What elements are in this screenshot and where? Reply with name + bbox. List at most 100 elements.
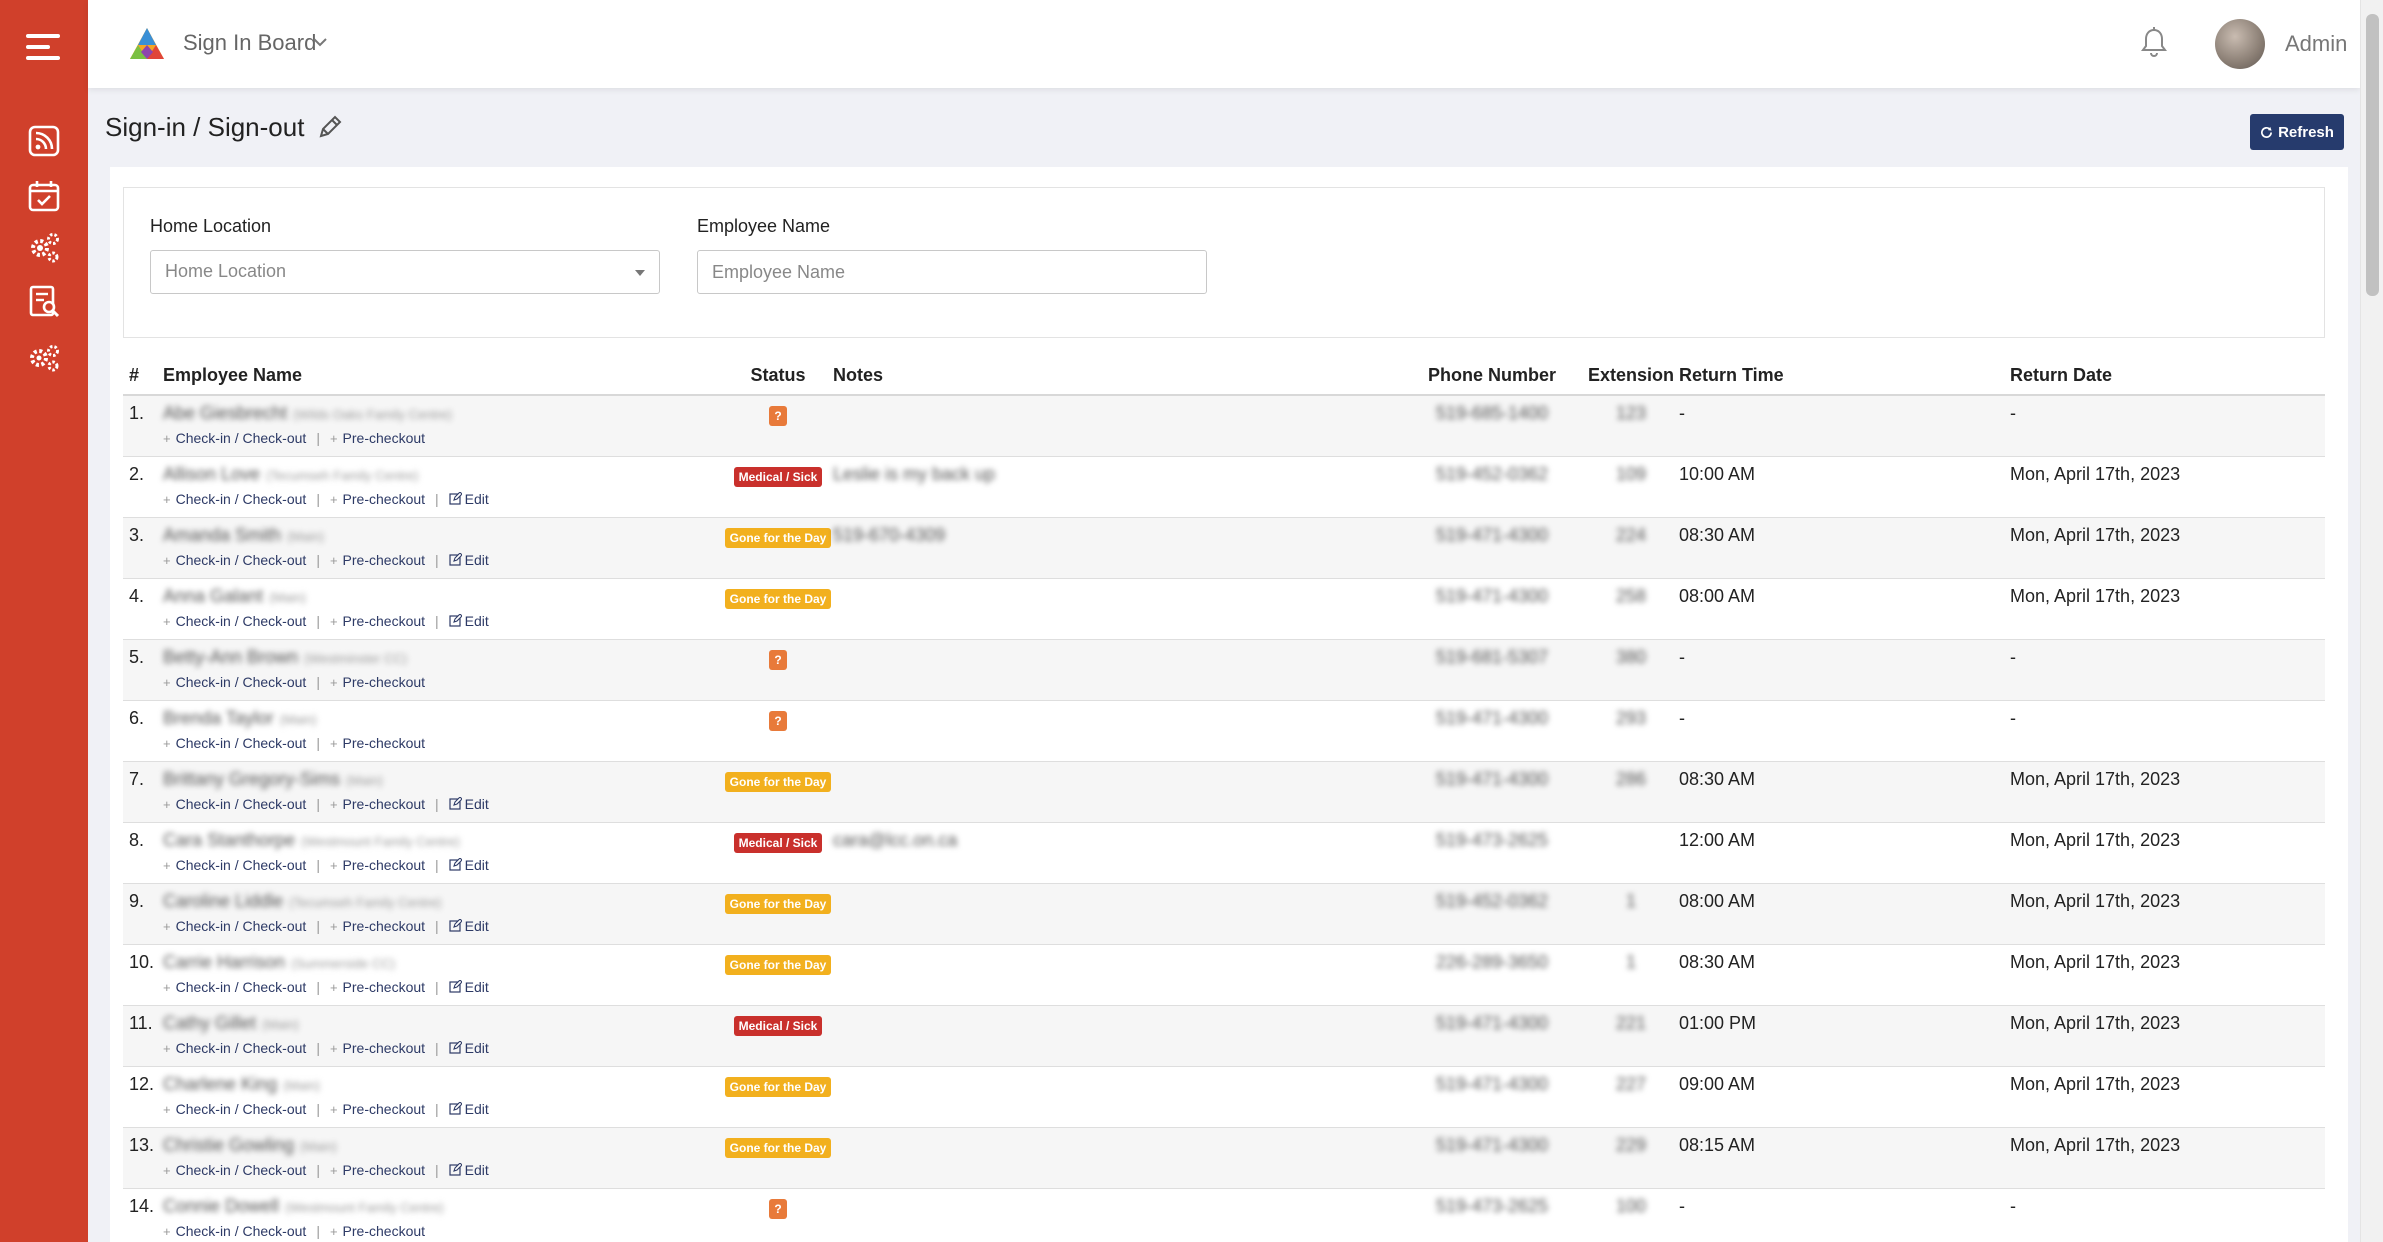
calendar-check-icon[interactable] — [27, 179, 61, 213]
pre-checkout-link[interactable]: Pre-checkout — [343, 1223, 425, 1239]
app-title[interactable]: Sign In Board — [183, 30, 316, 56]
table-row[interactable]: 5. Betty-Ann Brown (Westminster CC) + Check-… — [123, 639, 2325, 701]
edit-link[interactable]: Edit — [465, 1040, 489, 1056]
checkin-checkout-link[interactable]: Check-in / Check-out — [176, 430, 307, 446]
edit-link[interactable]: Edit — [465, 491, 489, 507]
table-row[interactable]: 10. Carrie Harrison (Summerside CC) + Check-… — [123, 944, 2325, 1006]
pre-checkout-link[interactable]: Pre-checkout — [343, 735, 425, 751]
pre-checkout-link[interactable]: Pre-checkout — [343, 1040, 425, 1056]
vertical-scrollbar[interactable] — [2360, 0, 2383, 1242]
status-badge-medical-sick[interactable]: Medical / Sick — [733, 466, 823, 487]
avatar[interactable] — [2215, 19, 2265, 69]
table-row[interactable]: 8. Cara Stanthorpe (Westmount Family Centr… — [123, 822, 2325, 884]
edit-link[interactable]: Edit — [465, 1162, 489, 1178]
employee-name[interactable]: Cara Stanthorpe — [163, 830, 295, 850]
employee-name[interactable]: Charlene King — [163, 1074, 277, 1094]
edit-link[interactable]: Edit — [465, 613, 489, 629]
employee-name[interactable]: Abe Giesbrecht — [163, 403, 287, 423]
employee-name[interactable]: Cathy Gillet — [163, 1013, 256, 1033]
checkin-checkout-link[interactable]: Check-in / Check-out — [176, 979, 307, 995]
status-badge-unknown[interactable]: ? — [769, 649, 787, 670]
employee-name[interactable]: Betty-Ann Brown — [163, 647, 298, 667]
employee-name[interactable]: Carrie Harrison — [163, 952, 285, 972]
table-row[interactable]: 12. Charlene King (Main) + Check-in / Check-… — [123, 1066, 2325, 1128]
edit-link[interactable]: Edit — [465, 796, 489, 812]
status-badge-gone[interactable]: Gone for the Day — [724, 1137, 832, 1158]
checkin-checkout-link[interactable]: Check-in / Check-out — [176, 735, 307, 751]
table-row[interactable]: 7. Brittany Gregory-Sims (Main) + Check-in /… — [123, 761, 2325, 823]
employee-name[interactable]: Brenda Taylor — [163, 708, 274, 728]
employee-name[interactable]: Amanda Smith — [163, 525, 281, 545]
table-row[interactable]: 13. Christie Gowling (Main) + Check-in / Che… — [123, 1127, 2325, 1189]
status-badge-gone[interactable]: Gone for the Day — [724, 954, 832, 975]
chevron-down-icon[interactable] — [311, 33, 329, 51]
employee-name[interactable]: Caroline Liddle — [163, 891, 283, 911]
col-header-return-time[interactable]: Return Time — [1679, 357, 2010, 396]
checkin-checkout-link[interactable]: Check-in / Check-out — [176, 1223, 307, 1239]
table-row[interactable]: 6. Brenda Taylor (Main) + Check-in / Check-o… — [123, 700, 2325, 762]
pre-checkout-link[interactable]: Pre-checkout — [343, 613, 425, 629]
settings-cogs-icon[interactable] — [27, 340, 61, 374]
status-badge-medical-sick[interactable]: Medical / Sick — [733, 832, 823, 853]
checkin-checkout-link[interactable]: Check-in / Check-out — [176, 674, 307, 690]
status-badge-gone[interactable]: Gone for the Day — [724, 1076, 832, 1097]
pre-checkout-link[interactable]: Pre-checkout — [343, 796, 425, 812]
table-row[interactable]: 9. Caroline Liddle (Tecumseh Family Centre… — [123, 883, 2325, 945]
edit-link[interactable]: Edit — [465, 552, 489, 568]
status-badge-gone[interactable]: Gone for the Day — [724, 588, 832, 609]
checkin-checkout-link[interactable]: Check-in / Check-out — [176, 857, 307, 873]
edit-link[interactable]: Edit — [465, 857, 489, 873]
hamburger-menu-icon[interactable] — [26, 34, 60, 60]
employee-name[interactable]: Allison Love — [163, 464, 260, 484]
checkin-checkout-link[interactable]: Check-in / Check-out — [176, 1162, 307, 1178]
status-badge-gone[interactable]: Gone for the Day — [724, 771, 832, 792]
checkin-checkout-link[interactable]: Check-in / Check-out — [176, 1040, 307, 1056]
checkin-checkout-link[interactable]: Check-in / Check-out — [176, 796, 307, 812]
col-header-employee-name[interactable]: Employee Name — [163, 357, 723, 396]
pre-checkout-link[interactable]: Pre-checkout — [343, 857, 425, 873]
col-header-phone[interactable]: Phone Number — [1401, 357, 1583, 396]
refresh-button[interactable]: Refresh — [2250, 114, 2344, 150]
edit-link[interactable]: Edit — [465, 979, 489, 995]
table-row[interactable]: 4. Anna Galant (Main) + Check-in / Check-out… — [123, 578, 2325, 640]
col-header-return-date[interactable]: Return Date — [2010, 357, 2325, 396]
status-badge-unknown[interactable]: ? — [769, 710, 787, 731]
checkin-checkout-link[interactable]: Check-in / Check-out — [176, 552, 307, 568]
checkin-checkout-link[interactable]: Check-in / Check-out — [176, 613, 307, 629]
status-badge-medical-sick[interactable]: Medical / Sick — [733, 1015, 823, 1036]
employee-name[interactable]: Connie Dowell — [163, 1196, 279, 1216]
gears-icon[interactable] — [27, 230, 61, 264]
col-header-num[interactable]: # — [123, 357, 163, 396]
checkin-checkout-link[interactable]: Check-in / Check-out — [176, 491, 307, 507]
employee-name[interactable]: Anna Galant — [163, 586, 263, 606]
table-row[interactable]: 11. Cathy Gillet (Main) + Check-in / Check-o… — [123, 1005, 2325, 1067]
employee-name-input[interactable] — [697, 250, 1207, 294]
pre-checkout-link[interactable]: Pre-checkout — [343, 430, 425, 446]
edit-link[interactable]: Edit — [465, 1101, 489, 1117]
bell-icon[interactable] — [2138, 26, 2170, 60]
pre-checkout-link[interactable]: Pre-checkout — [343, 552, 425, 568]
home-location-select[interactable]: Home Location — [150, 250, 660, 294]
pencil-edit-icon[interactable] — [316, 113, 344, 141]
pre-checkout-link[interactable]: Pre-checkout — [343, 674, 425, 690]
report-search-icon[interactable] — [27, 284, 61, 318]
scrollbar-thumb[interactable] — [2366, 14, 2379, 296]
pre-checkout-link[interactable]: Pre-checkout — [343, 1162, 425, 1178]
status-badge-unknown[interactable]: ? — [769, 406, 787, 426]
checkin-checkout-link[interactable]: Check-in / Check-out — [176, 1101, 307, 1117]
table-row[interactable]: 2. Allison Love (Tecumseh Family Centre) + C… — [123, 456, 2325, 518]
table-row[interactable]: 1. Abe Giesbrecht (Wilds Oaks Family Centr… — [123, 395, 2325, 457]
rss-feed-icon[interactable] — [27, 124, 61, 158]
col-header-extension[interactable]: Extension — [1583, 357, 1679, 396]
employee-name[interactable]: Brittany Gregory-Sims — [163, 769, 340, 789]
status-badge-gone[interactable]: Gone for the Day — [724, 527, 832, 548]
employee-name[interactable]: Christie Gowling — [163, 1135, 294, 1155]
checkin-checkout-link[interactable]: Check-in / Check-out — [176, 918, 307, 934]
user-name[interactable]: Admin — [2285, 31, 2347, 57]
pre-checkout-link[interactable]: Pre-checkout — [343, 1101, 425, 1117]
status-badge-unknown[interactable]: ? — [769, 1198, 787, 1219]
pre-checkout-link[interactable]: Pre-checkout — [343, 979, 425, 995]
pre-checkout-link[interactable]: Pre-checkout — [343, 918, 425, 934]
pre-checkout-link[interactable]: Pre-checkout — [343, 491, 425, 507]
status-badge-gone[interactable]: Gone for the Day — [724, 893, 832, 914]
